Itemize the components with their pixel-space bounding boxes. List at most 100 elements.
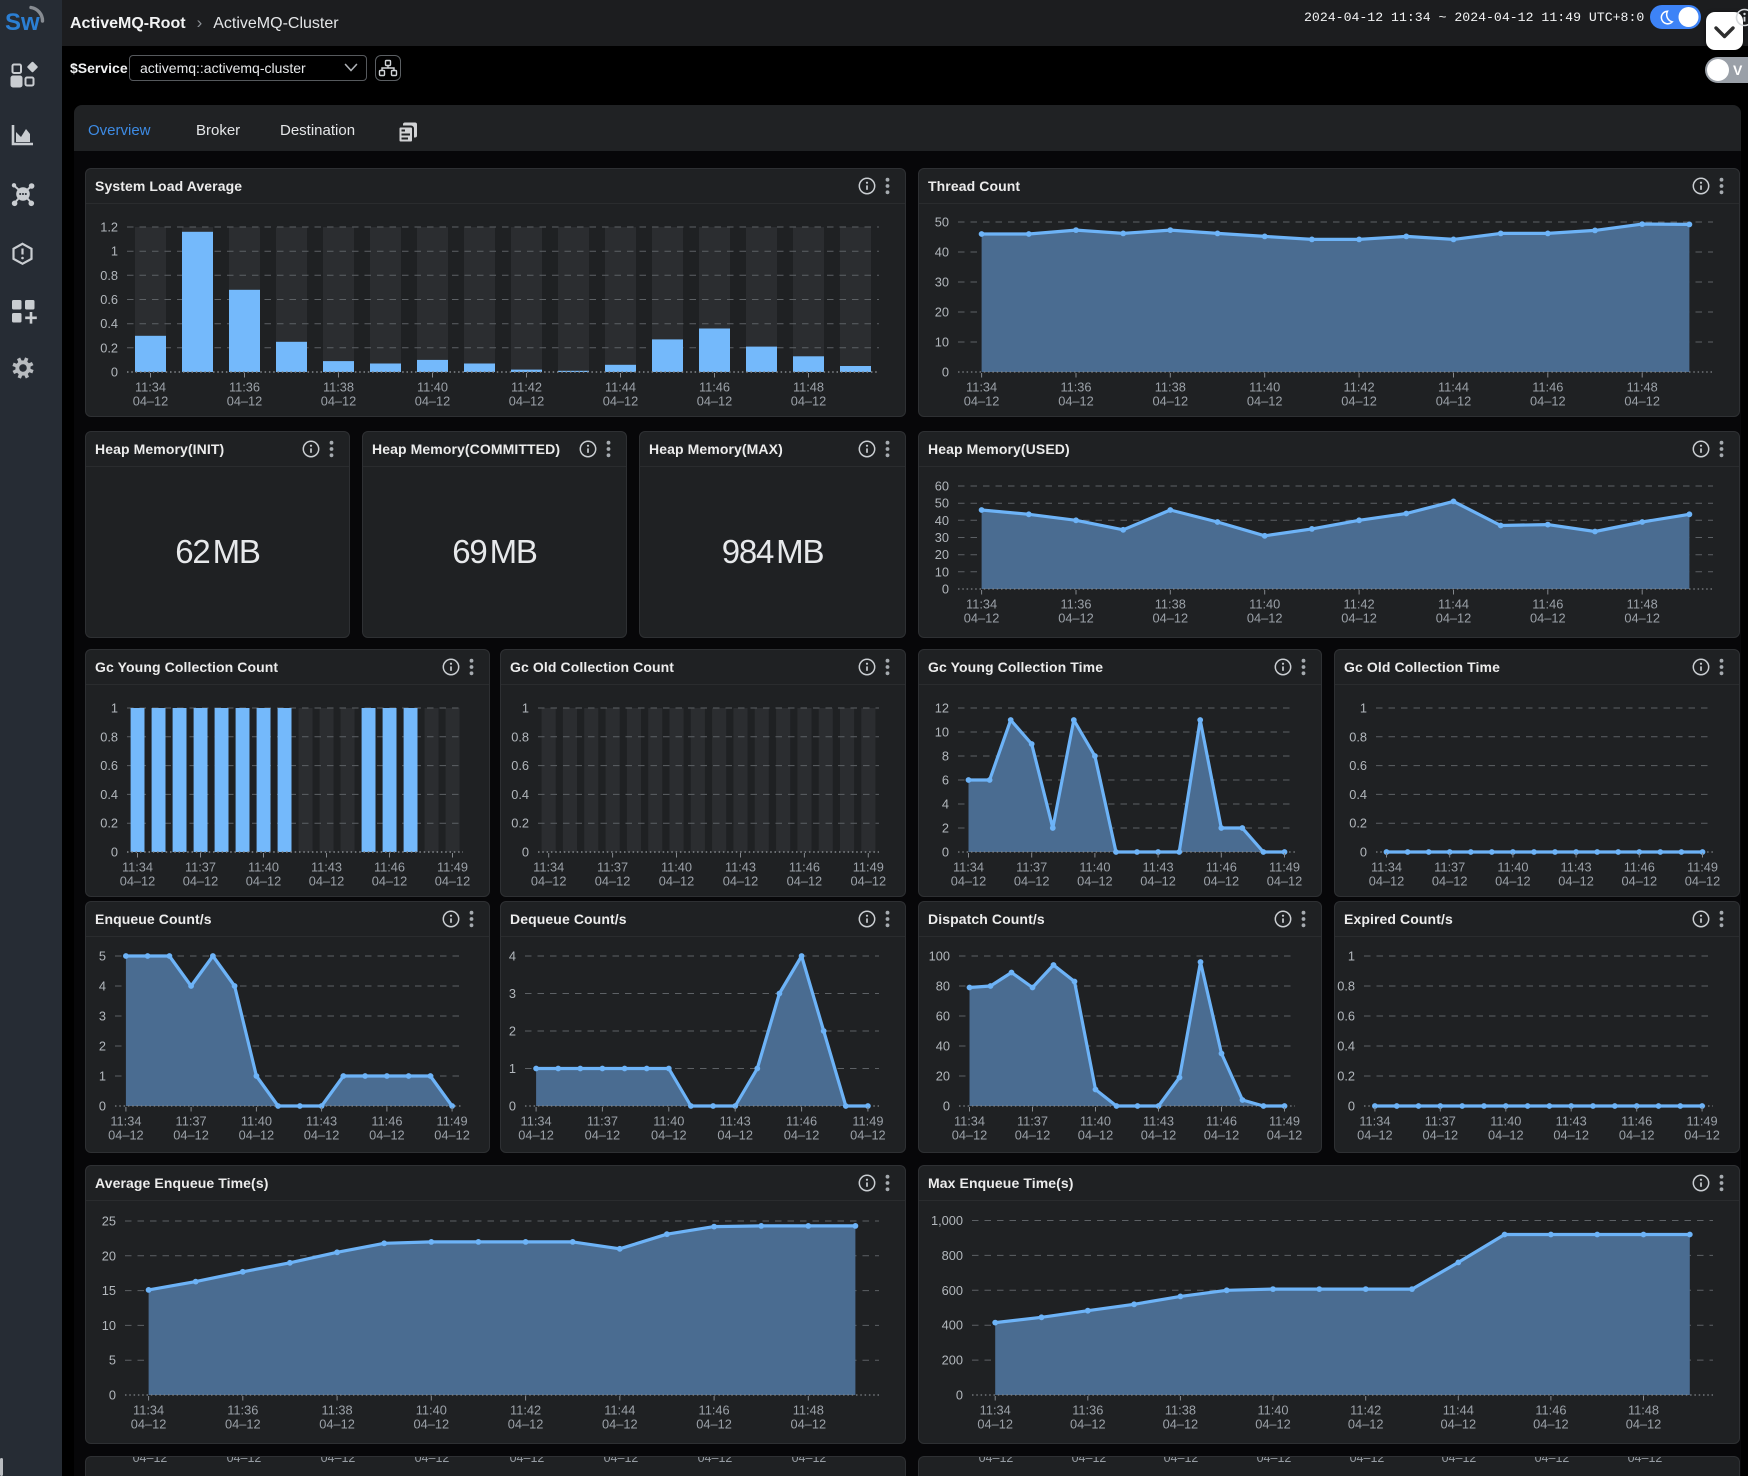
svg-text:400: 400 [942, 1318, 963, 1333]
svg-text:200: 200 [942, 1353, 963, 1368]
svg-text:11:38: 11:38 [1165, 1403, 1196, 1418]
svg-text:0: 0 [99, 1099, 106, 1114]
svg-text:04–12: 04–12 [1267, 1128, 1303, 1143]
svg-text:04–12: 04–12 [977, 1417, 1013, 1432]
svg-text:11:40: 11:40 [241, 1114, 272, 1129]
svg-text:20: 20 [935, 547, 949, 562]
svg-text:04–12: 04–12 [1070, 1417, 1106, 1432]
svg-text:04–12: 04–12 [1141, 1128, 1177, 1143]
svg-text:4: 4 [942, 797, 949, 812]
svg-text:04–12: 04–12 [1357, 1128, 1393, 1143]
svg-text:11:34: 11:34 [954, 1114, 985, 1129]
svg-text:4: 4 [99, 979, 106, 994]
svg-text:0.4: 0.4 [1337, 1039, 1355, 1054]
svg-text:04–12: 04–12 [1432, 874, 1468, 889]
svg-text:11:42: 11:42 [510, 1403, 541, 1418]
svg-text:11:37: 11:37 [597, 860, 628, 875]
svg-text:11:46: 11:46 [699, 1403, 730, 1418]
svg-text:11:44: 11:44 [605, 380, 636, 395]
svg-text:04–12: 04–12 [1058, 611, 1094, 626]
svg-text:0.2: 0.2 [100, 340, 118, 355]
svg-text:04–12: 04–12 [717, 1128, 753, 1143]
svg-text:11:40: 11:40 [1490, 1114, 1521, 1129]
svg-text:11:46: 11:46 [699, 380, 730, 395]
svg-text:3: 3 [509, 986, 516, 1001]
svg-text:11:44: 11:44 [1438, 380, 1469, 395]
svg-text:0.4: 0.4 [1349, 787, 1367, 802]
svg-text:04–12: 04–12 [1014, 874, 1050, 889]
svg-text:11:48: 11:48 [1628, 1403, 1659, 1418]
svg-text:04–12: 04–12 [1441, 1417, 1477, 1432]
svg-text:04–12: 04–12 [602, 1417, 638, 1432]
svg-text:04–12: 04–12 [1495, 874, 1531, 889]
svg-text:11:40: 11:40 [1079, 860, 1110, 875]
svg-text:04–12: 04–12 [173, 1128, 209, 1143]
svg-text:11:34: 11:34 [1359, 1114, 1390, 1129]
svg-text:800: 800 [942, 1248, 963, 1263]
svg-text:11:38: 11:38 [1155, 597, 1186, 612]
svg-text:0.2: 0.2 [511, 816, 529, 831]
svg-text:11:40: 11:40 [417, 380, 448, 395]
svg-text:1,000: 1,000 [931, 1213, 963, 1228]
svg-text:11:42: 11:42 [1344, 597, 1375, 612]
svg-text:11:40: 11:40 [661, 860, 692, 875]
svg-text:04–12: 04–12 [1369, 874, 1405, 889]
svg-text:11:49: 11:49 [1269, 860, 1300, 875]
svg-text:04–12: 04–12 [509, 394, 545, 409]
svg-text:11:46: 11:46 [1532, 597, 1563, 612]
svg-text:11:49: 11:49 [1269, 1114, 1300, 1129]
svg-text:04–12: 04–12 [225, 1417, 261, 1432]
svg-text:04–12: 04–12 [1058, 394, 1094, 409]
svg-text:04–12: 04–12 [415, 394, 451, 409]
svg-text:11:43: 11:43 [1143, 1114, 1174, 1129]
svg-text:04–12: 04–12 [1624, 394, 1660, 409]
svg-text:0: 0 [942, 582, 949, 597]
svg-text:04–12: 04–12 [964, 611, 1000, 626]
svg-text:5: 5 [99, 949, 106, 964]
svg-text:11:40: 11:40 [1249, 597, 1280, 612]
svg-text:11:40: 11:40 [653, 1114, 684, 1129]
svg-text:11:34: 11:34 [966, 597, 997, 612]
svg-text:04–12: 04–12 [1247, 611, 1283, 626]
svg-text:04–12: 04–12 [1163, 1417, 1199, 1432]
svg-text:04–12: 04–12 [1684, 1128, 1720, 1143]
svg-text:1: 1 [509, 1061, 516, 1076]
svg-text:04–12: 04–12 [133, 394, 169, 409]
svg-text:11:46: 11:46 [1206, 860, 1237, 875]
svg-text:0: 0 [942, 845, 949, 860]
svg-text:04–12: 04–12 [952, 1128, 988, 1143]
svg-text:04–12: 04–12 [131, 1417, 167, 1432]
svg-text:0.2: 0.2 [1337, 1069, 1355, 1084]
svg-text:40: 40 [936, 1039, 950, 1054]
svg-text:11:34: 11:34 [521, 1114, 552, 1129]
svg-text:1: 1 [1348, 949, 1355, 964]
svg-text:11:46: 11:46 [1621, 1114, 1652, 1129]
svg-text:10: 10 [935, 564, 949, 579]
svg-text:11:42: 11:42 [1344, 380, 1375, 395]
svg-text:11:49: 11:49 [437, 860, 468, 875]
svg-text:04–12: 04–12 [1348, 1417, 1384, 1432]
svg-text:11:37: 11:37 [587, 1114, 618, 1129]
svg-text:11:49: 11:49 [1687, 1114, 1718, 1129]
svg-text:04–12: 04–12 [1622, 874, 1658, 889]
svg-text:10: 10 [935, 335, 949, 350]
svg-text:11:49: 11:49 [852, 1114, 883, 1129]
svg-text:0.4: 0.4 [100, 787, 118, 802]
svg-text:11:37: 11:37 [1017, 1114, 1048, 1129]
svg-text:11:43: 11:43 [1561, 860, 1592, 875]
svg-text:600: 600 [942, 1283, 963, 1298]
svg-text:11:46: 11:46 [1206, 1114, 1237, 1129]
svg-text:11:34: 11:34 [122, 860, 153, 875]
svg-text:30: 30 [935, 275, 949, 290]
svg-text:12: 12 [935, 701, 949, 716]
svg-text:11:37: 11:37 [176, 1114, 207, 1129]
svg-text:04–12: 04–12 [791, 394, 827, 409]
svg-text:0.8: 0.8 [511, 729, 529, 744]
svg-text:04–12: 04–12 [651, 1128, 687, 1143]
svg-text:Sw: Sw [5, 9, 40, 36]
svg-text:0: 0 [956, 1388, 963, 1403]
svg-text:11:46: 11:46 [1535, 1403, 1566, 1418]
svg-text:11:34: 11:34 [533, 860, 564, 875]
svg-text:04–12: 04–12 [1015, 1128, 1051, 1143]
svg-text:04–12: 04–12 [434, 1128, 470, 1143]
